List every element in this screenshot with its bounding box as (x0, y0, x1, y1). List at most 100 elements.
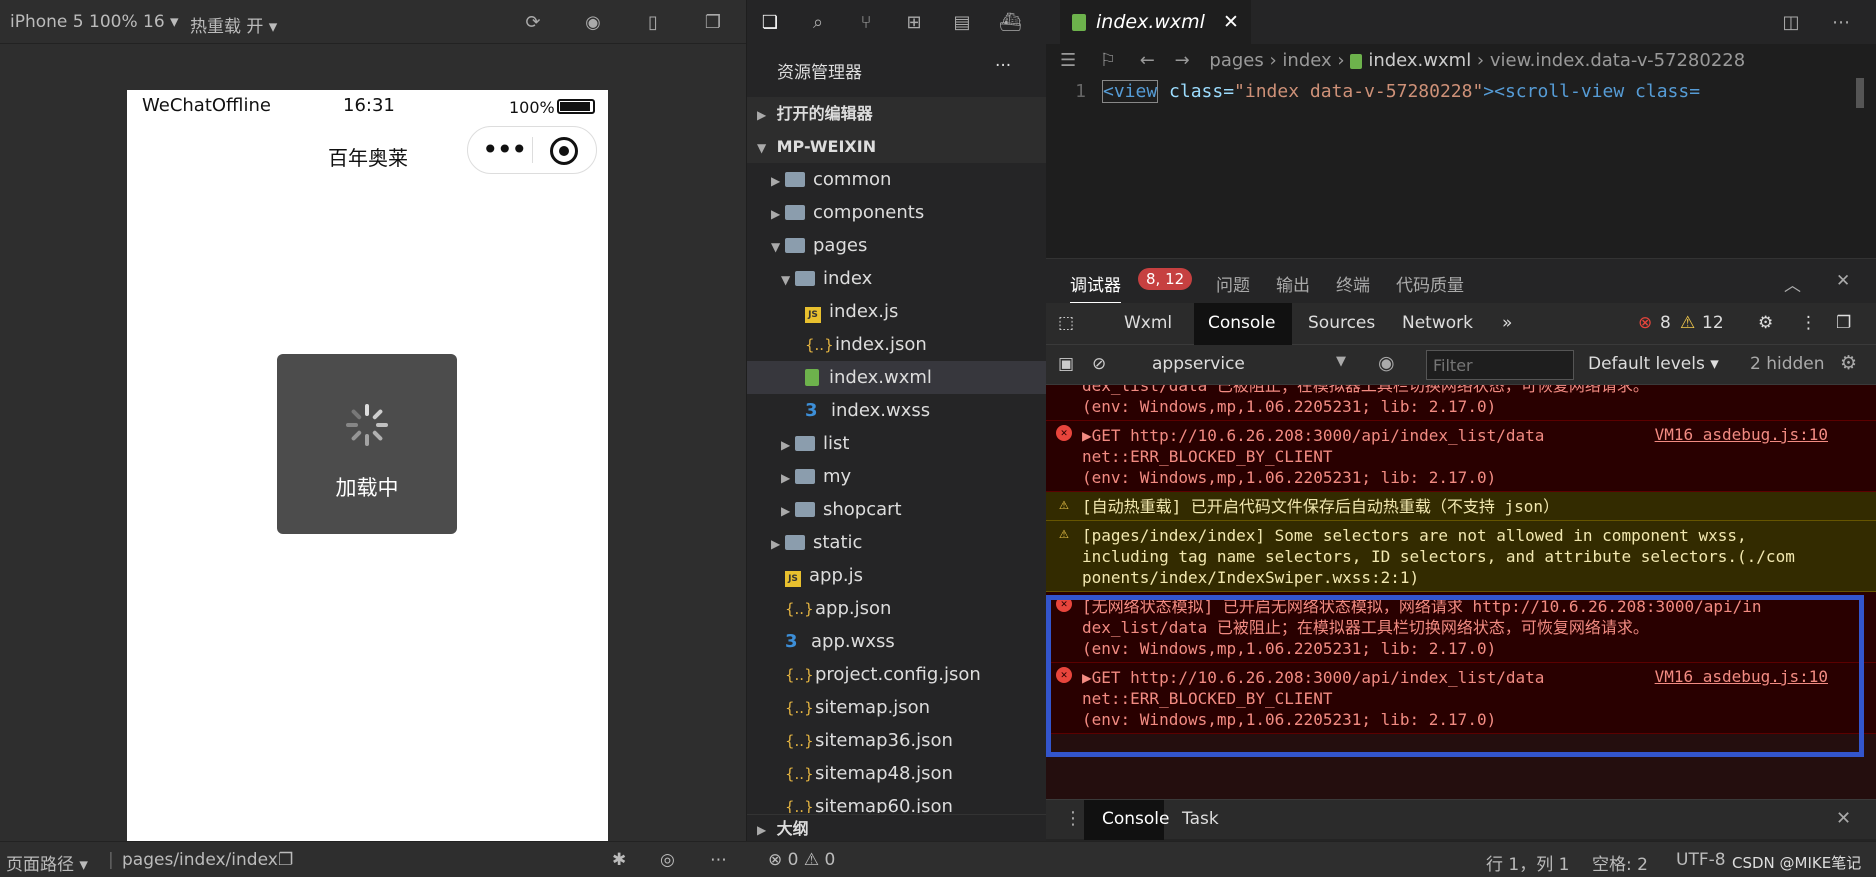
more-dots-icon[interactable]: ••• (482, 133, 528, 166)
tree-item[interactable]: {..}index.json (747, 328, 1047, 361)
expand-caret-icon[interactable]: ▶ (771, 528, 785, 561)
context-select[interactable]: appservice (1152, 354, 1245, 374)
tab-network[interactable]: Network (1402, 313, 1473, 333)
tree-item[interactable]: ▶ shopcart (747, 493, 1047, 526)
problems-count[interactable]: ⊗ 0 ⚠ 0 (768, 850, 835, 870)
cursor-position[interactable]: 行 1，列 1 (1486, 850, 1569, 875)
editor-scrollbar[interactable] (1856, 78, 1864, 108)
breadcrumb-file[interactable]: index.wxml (1368, 50, 1471, 71)
tree-item[interactable]: index.wxml (747, 361, 1047, 394)
storage-icon[interactable]: ▤ (951, 12, 973, 34)
drawer-menu-icon[interactable]: ⋮ (1064, 808, 1082, 829)
extensions-icon[interactable]: ⊞ (903, 12, 925, 34)
clear-console-icon[interactable]: ⊘ (1092, 354, 1106, 374)
detach-window-icon[interactable]: ❐ (702, 12, 724, 34)
indent-spaces[interactable]: 空格: 2 (1592, 850, 1648, 875)
close-miniprogram-icon[interactable] (550, 137, 578, 165)
filter-input[interactable] (1426, 350, 1574, 380)
eye-icon[interactable]: ◉ (1378, 352, 1395, 374)
sidebar-toggle-icon[interactable]: ▣ (1058, 354, 1074, 374)
tab-debugger[interactable]: 调试器 (1070, 271, 1121, 304)
kebab-menu-icon[interactable]: ⋮ (1800, 313, 1817, 333)
search-icon[interactable]: ⌕ (807, 12, 829, 34)
file-encoding[interactable]: UTF-8 (1676, 850, 1726, 870)
drawer-tab-console[interactable]: Console (1102, 809, 1170, 829)
preview-eye-icon[interactable]: ◎ (660, 850, 675, 870)
tree-item[interactable]: 3 index.wxss (747, 394, 1047, 427)
dock-icon[interactable]: ❐ (1836, 313, 1851, 333)
page-path-label[interactable]: 页面路径 ▾ (6, 850, 88, 875)
close-panel-icon[interactable]: ✕ (1836, 271, 1850, 291)
drawer-close-icon[interactable]: ✕ (1836, 808, 1851, 829)
expand-caret-icon[interactable]: ▶ (781, 462, 795, 495)
status-more-icon[interactable]: ⋯ (710, 850, 727, 870)
list-icon[interactable]: ☰ (1060, 50, 1076, 71)
inspect-icon[interactable]: ⬚ (1058, 313, 1074, 333)
tree-item[interactable]: {..}sitemap.json (747, 691, 1047, 724)
breadcrumb-index[interactable]: index (1282, 50, 1331, 71)
hot-reload-toggle[interactable]: 热重载 开 ▾ (190, 12, 277, 37)
breadcrumb-pages[interactable]: pages (1209, 50, 1263, 71)
device-select[interactable]: iPhone 5 100% 16 ▾ (10, 12, 179, 32)
console-warning-message[interactable]: ⚠ [pages/index/index] Some selectors are … (1046, 521, 1876, 592)
tab-terminal[interactable]: 终端 (1336, 271, 1370, 296)
tree-item[interactable]: ▼ pages (747, 229, 1047, 262)
tree-item[interactable]: {..}sitemap60.json (747, 790, 1047, 813)
tab-wxml[interactable]: Wxml (1124, 313, 1172, 333)
tab-output[interactable]: 输出 (1276, 271, 1310, 296)
phone-icon[interactable]: ▯ (642, 12, 664, 34)
expand-caret-icon[interactable]: ▼ (771, 231, 785, 264)
warning-count[interactable]: 12 (1702, 313, 1724, 333)
tree-item[interactable]: JS app.js (747, 559, 1047, 592)
docker-icon[interactable]: ⛴ (999, 12, 1022, 34)
console-error-message[interactable]: ✕ ▶GET http://10.6.26.208:3000/api/index_… (1046, 421, 1876, 492)
console-warning-message[interactable]: ⚠ [自动热重载] 已开启代码文件保存后自动热重载（不支持 json） (1046, 492, 1876, 521)
tab-code-quality[interactable]: 代码质量 (1396, 271, 1464, 296)
tab-problems[interactable]: 问题 (1216, 271, 1250, 296)
tab-sources[interactable]: Sources (1308, 313, 1375, 333)
copy-path-icon[interactable]: ❐ (278, 850, 293, 870)
settings-icon[interactable]: ⚙ (1758, 313, 1773, 333)
tab-console[interactable]: Console (1208, 313, 1276, 333)
expand-caret-icon[interactable]: ▼ (781, 264, 795, 297)
tree-item[interactable]: ▶ static (747, 526, 1047, 559)
tree-item[interactable]: ▶ components (747, 196, 1047, 229)
collapse-icon[interactable]: ︿ (1784, 271, 1801, 296)
expand-caret-icon[interactable]: ▶ (781, 495, 795, 528)
tree-item[interactable]: ▶ common (747, 163, 1047, 196)
tree-item[interactable]: ▶ my (747, 460, 1047, 493)
source-control-icon[interactable]: ⑂ (855, 12, 877, 34)
tab-index-wxml[interactable]: index.wxml ✕ (1060, 0, 1251, 44)
tree-item[interactable]: 3 app.wxss (747, 625, 1047, 658)
files-icon[interactable]: ❏ (759, 12, 781, 34)
drawer-tab-task[interactable]: Task (1182, 809, 1219, 829)
tree-item[interactable]: JS index.js (747, 295, 1047, 328)
expand-caret-icon[interactable]: ▶ (781, 429, 795, 462)
bookmark-icon[interactable]: ⚐ (1100, 50, 1116, 71)
stop-icon[interactable]: ◉ (582, 12, 604, 34)
close-tab-icon[interactable]: ✕ (1223, 11, 1239, 33)
project-section[interactable]: ▼ MP-WEIXIN (747, 130, 1047, 163)
outline-section[interactable]: ▶ 大纲 (747, 814, 1047, 842)
context-dropdown-icon[interactable]: ▼ (1336, 354, 1346, 369)
console-error-message[interactable]: dex_list/data 已被阻止；在模拟器工具栏切换网络状态，可恢复网络请求… (1046, 385, 1876, 421)
console-settings-icon[interactable]: ⚙ (1840, 352, 1857, 374)
tree-item[interactable]: ▼ index (747, 262, 1047, 295)
editor-more-icon[interactable]: ⋯ (1830, 12, 1852, 34)
refresh-icon[interactable]: ⟳ (522, 12, 544, 34)
error-count[interactable]: 8 (1660, 313, 1671, 333)
split-editor-icon[interactable]: ◫ (1780, 12, 1802, 34)
expand-caret-icon[interactable]: ▶ (771, 198, 785, 231)
expand-caret-icon[interactable]: ▶ (771, 165, 785, 198)
breadcrumb-node[interactable]: view.index.data-v-57280228 (1490, 50, 1745, 71)
more-tabs-icon[interactable]: » (1502, 313, 1512, 333)
tree-item[interactable]: {..}sitemap36.json (747, 724, 1047, 757)
code-line-1[interactable]: 1 <view class="index data-v-57280228"><sc… (1046, 78, 1876, 106)
tree-item[interactable]: {..}app.json (747, 592, 1047, 625)
debug-bug-icon[interactable]: ✱ (612, 850, 626, 870)
tree-item[interactable]: {..}project.config.json (747, 658, 1047, 691)
back-arrow-icon[interactable]: ← (1140, 50, 1155, 71)
explorer-more-icon[interactable]: ··· (995, 56, 1011, 76)
forward-arrow-icon[interactable]: → (1175, 50, 1190, 71)
tree-item[interactable]: {..}sitemap48.json (747, 757, 1047, 790)
